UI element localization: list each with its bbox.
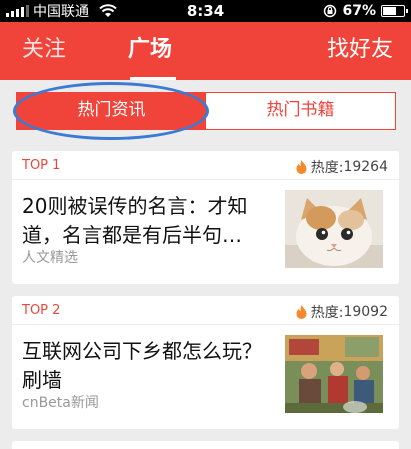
- article-card[interactable]: TOP 2 热度: 19092 互联网公司下乡都怎么玩？刷墙 cnBeta新闻: [12, 296, 399, 429]
- article-card-partial[interactable]: [12, 441, 399, 449]
- rank-label: TOP 2: [22, 303, 61, 318]
- article-card[interactable]: TOP 1 热度: 19264 20则被误传的名言：才知道，名言都是有后半句… 人…: [12, 151, 399, 284]
- flame-icon: [296, 160, 307, 174]
- tab-square[interactable]: 广场: [128, 22, 172, 80]
- heat-value: 19264: [343, 159, 388, 175]
- status-bar: 中国联通 8:34 67%: [0, 0, 411, 22]
- article-title[interactable]: 20则被误传的名言：才知道，名言都是有后半句…: [22, 192, 272, 250]
- article-thumbnail[interactable]: [285, 335, 383, 413]
- heat-label: 热度:: [310, 160, 344, 176]
- heat-indicator: 热度: 19264: [296, 157, 388, 177]
- heat-indicator: 热度: 19092: [296, 302, 388, 322]
- heat-label: 热度:: [310, 305, 344, 321]
- card-divider: [12, 324, 399, 325]
- article-thumbnail[interactable]: [285, 190, 383, 268]
- segmented-control: 热门资讯 热门书籍: [16, 92, 396, 130]
- card-divider: [12, 179, 399, 180]
- active-tab-indicator: [130, 77, 176, 80]
- find-friends-button[interactable]: 找好友: [327, 22, 393, 80]
- propaganda-poster-photo-icon: [285, 335, 383, 413]
- battery-percent: 67%: [342, 3, 376, 19]
- rank-label: TOP 1: [22, 158, 61, 173]
- rotation-lock-icon: [324, 4, 337, 18]
- segment-hot-books[interactable]: 热门书籍: [206, 93, 395, 129]
- battery-fill: [383, 7, 397, 15]
- flame-icon: [296, 305, 307, 319]
- battery-icon: [381, 5, 408, 17]
- article-source: cnBeta新闻: [22, 395, 99, 411]
- top-nav: 关注 广场 找好友: [0, 22, 411, 80]
- heat-value: 19092: [343, 304, 388, 320]
- segment-hot-news[interactable]: 热门资讯: [17, 93, 206, 129]
- status-right: 67%: [323, 0, 408, 22]
- kitten-photo-icon: [285, 190, 383, 268]
- tab-follow[interactable]: 关注: [22, 22, 66, 80]
- article-source: 人文精选: [22, 250, 78, 266]
- article-title[interactable]: 互联网公司下乡都怎么玩？刷墙: [22, 337, 272, 395]
